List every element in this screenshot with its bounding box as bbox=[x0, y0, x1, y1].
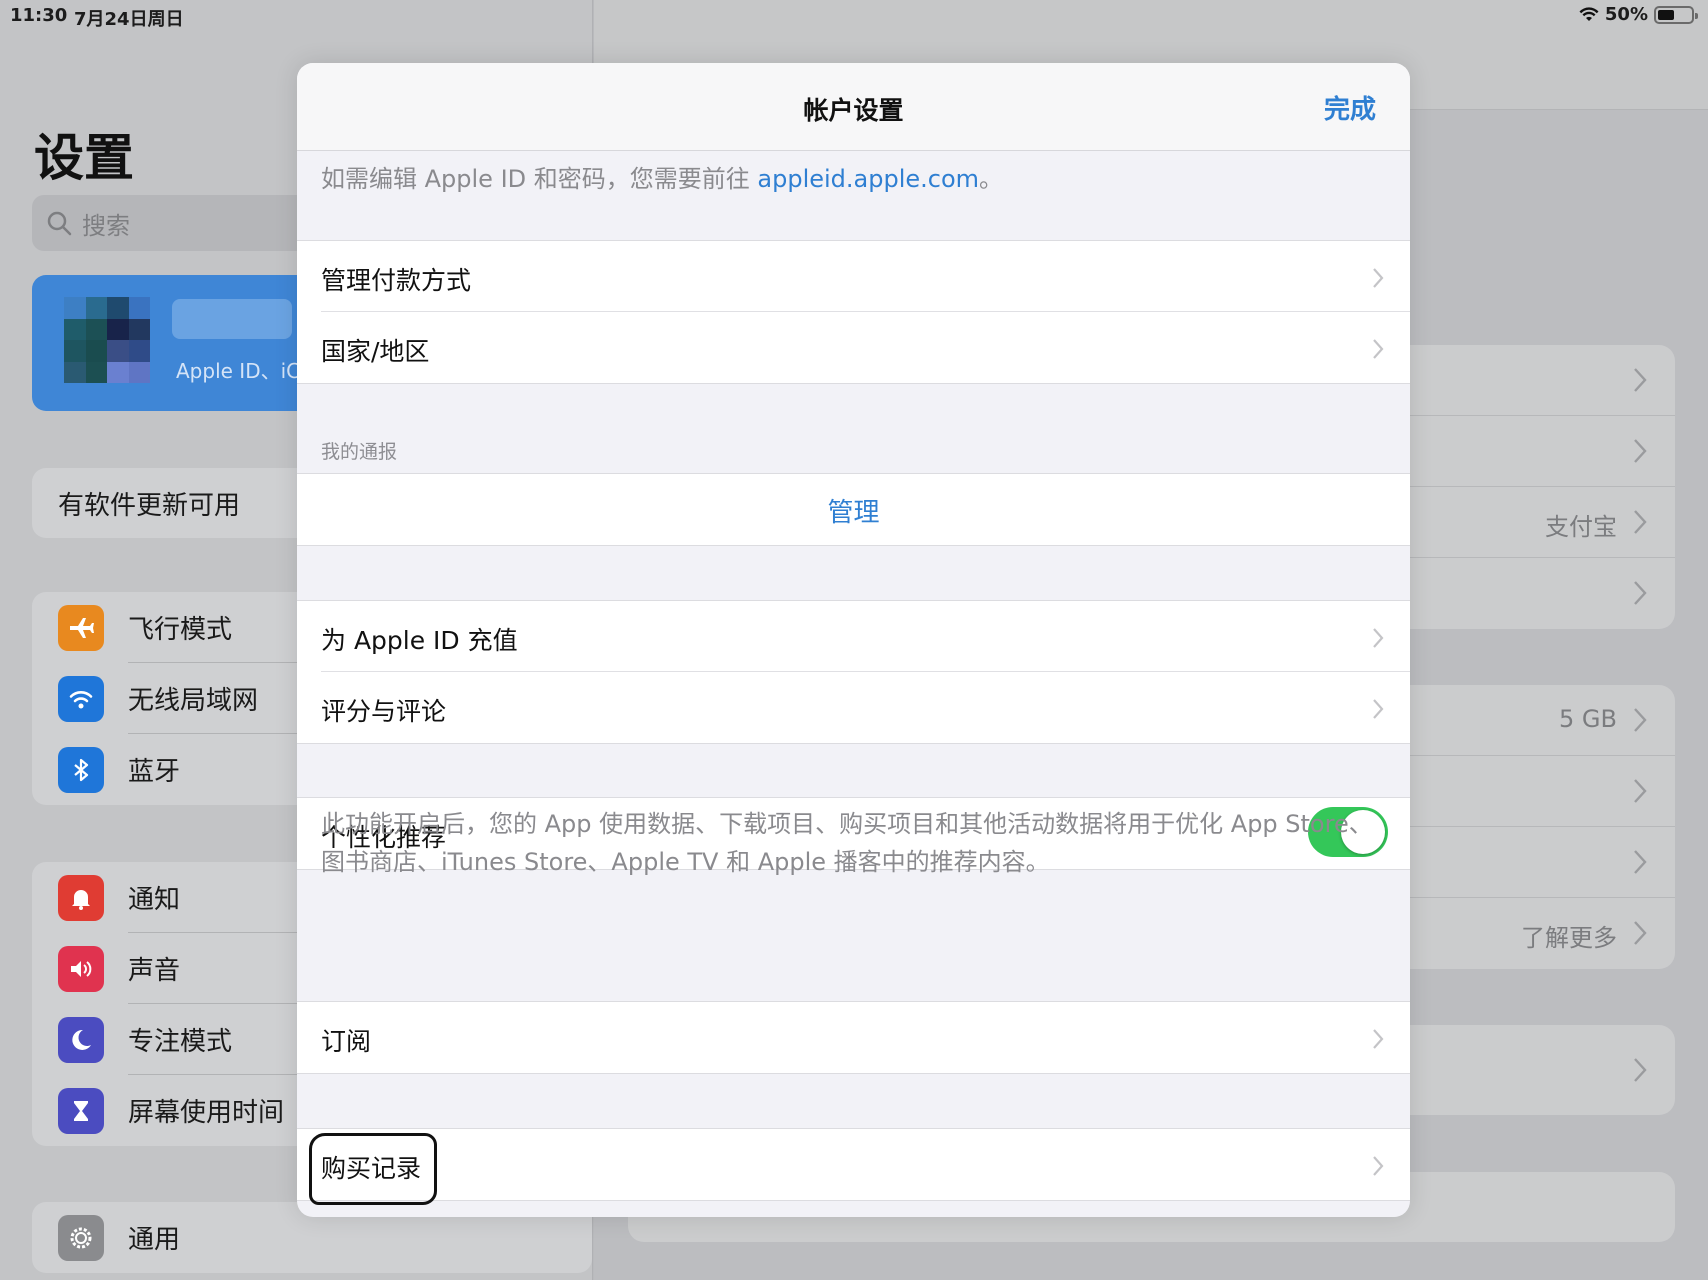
search-icon bbox=[47, 211, 72, 236]
sidebar-item-label: 声音 bbox=[128, 956, 181, 986]
status-indicators: 50% bbox=[1579, 4, 1698, 25]
info-text-prefix: 如需编辑 Apple ID 和密码，您需要前往 bbox=[321, 165, 758, 193]
manage-reports-row[interactable]: 管理 bbox=[297, 474, 1410, 545]
chevron-right-icon bbox=[1634, 708, 1647, 732]
search-placeholder: 搜索 bbox=[82, 211, 130, 240]
software-update-label: 有软件更新可用 bbox=[58, 490, 241, 521]
row-value: 支付宝 bbox=[1545, 513, 1617, 541]
appleid-link[interactable]: appleid.apple.com bbox=[757, 165, 979, 193]
row-value: 5 GB bbox=[1559, 705, 1617, 733]
speaker-icon bbox=[58, 945, 104, 992]
modal-header: 帐户设置 完成 bbox=[297, 63, 1410, 151]
row-value: 了解更多 bbox=[1521, 924, 1617, 952]
wifi-icon bbox=[58, 675, 104, 722]
status-time: 11:30 bbox=[10, 5, 68, 26]
chevron-right-icon bbox=[1634, 1058, 1647, 1082]
sidebar-item-label: 专注模式 bbox=[128, 1027, 233, 1057]
chevron-right-icon bbox=[1373, 699, 1384, 719]
sidebar-item-label: 通知 bbox=[128, 885, 181, 915]
row-label: 订阅 bbox=[321, 1027, 372, 1056]
done-button[interactable]: 完成 bbox=[1324, 89, 1376, 126]
sidebar-item-label: 通用 bbox=[128, 1225, 181, 1255]
my-reports-header: 我的通报 bbox=[321, 441, 398, 463]
battery-tip bbox=[1695, 12, 1698, 19]
bell-icon bbox=[58, 874, 104, 921]
manage-button[interactable]: 管理 bbox=[297, 492, 1410, 529]
info-text-suffix: 。 bbox=[979, 165, 1004, 193]
payment-region-group: 管理付款方式 国家/地区 bbox=[297, 240, 1410, 384]
personalized-description: 此功能开启后，您的 App 使用数据、下载项目、购买项目和其他活动数据将用于优化… bbox=[321, 810, 1373, 876]
chevron-right-icon bbox=[1634, 581, 1647, 605]
chevron-right-icon bbox=[1634, 368, 1647, 392]
purchase-history-group: 购买记录 bbox=[297, 1128, 1410, 1205]
country-region-row[interactable]: 国家/地区 bbox=[297, 312, 1410, 383]
hourglass-icon bbox=[58, 1087, 104, 1134]
chevron-right-icon bbox=[1373, 1156, 1384, 1176]
row-label: 国家/地区 bbox=[321, 337, 430, 366]
profile-name-redacted bbox=[172, 299, 292, 339]
my-reports-group: 管理 bbox=[297, 473, 1410, 546]
subscriptions-row[interactable]: 订阅 bbox=[297, 1002, 1410, 1073]
apple-id-edit-info: 如需编辑 Apple ID 和密码，您需要前往 appleid.apple.co… bbox=[321, 159, 1003, 194]
sidebar-item-label: 蓝牙 bbox=[128, 757, 181, 787]
manage-payment-row[interactable]: 管理付款方式 bbox=[297, 241, 1410, 312]
chevron-right-icon bbox=[1634, 921, 1647, 945]
battery-level bbox=[1658, 9, 1674, 20]
chevron-right-icon bbox=[1373, 339, 1384, 359]
chevron-right-icon bbox=[1373, 268, 1384, 288]
battery-icon bbox=[1654, 5, 1698, 24]
balance-ratings-group: 为 Apple ID 充值 评分与评论 bbox=[297, 600, 1410, 744]
modal-title: 帐户设置 bbox=[803, 96, 904, 125]
battery-percent: 50% bbox=[1604, 4, 1648, 25]
chevron-right-icon bbox=[1373, 1029, 1384, 1049]
sidebar-item-label: 屏幕使用时间 bbox=[128, 1098, 285, 1128]
airplane-icon bbox=[58, 604, 104, 651]
status-date: 7月24日周日 bbox=[74, 9, 184, 30]
account-settings-modal: 帐户设置 完成 如需编辑 Apple ID 和密码，您需要前往 appleid.… bbox=[297, 63, 1410, 1217]
subscriptions-group: 订阅 bbox=[297, 1001, 1410, 1074]
wifi-status-icon bbox=[1579, 6, 1599, 21]
moon-icon bbox=[58, 1016, 104, 1063]
status-bar: 11:30 7月24日周日 50% bbox=[0, 0, 1708, 32]
chevron-right-icon bbox=[1373, 628, 1384, 648]
chevron-right-icon bbox=[1634, 850, 1647, 874]
row-label: 为 Apple ID 充值 bbox=[321, 626, 518, 655]
chevron-right-icon bbox=[1634, 779, 1647, 803]
avatar bbox=[64, 297, 150, 383]
row-label: 评分与评论 bbox=[321, 697, 447, 726]
row-label: 购买记录 bbox=[321, 1154, 422, 1183]
add-funds-row[interactable]: 为 Apple ID 充值 bbox=[297, 601, 1410, 672]
ratings-reviews-row[interactable]: 评分与评论 bbox=[297, 672, 1410, 743]
chevron-right-icon bbox=[1634, 510, 1647, 534]
row-label: 管理付款方式 bbox=[321, 266, 472, 295]
sidebar-item-label: 无线局域网 bbox=[128, 686, 259, 716]
chevron-right-icon bbox=[1634, 439, 1647, 463]
gear-icon bbox=[58, 1214, 104, 1261]
settings-title: 设置 bbox=[34, 129, 134, 187]
profile-subtitle: Apple ID、iC bbox=[176, 359, 301, 383]
bluetooth-icon bbox=[58, 746, 104, 793]
sidebar-item-label: 飞行模式 bbox=[128, 615, 233, 645]
purchase-history-row[interactable]: 购买记录 bbox=[297, 1129, 1410, 1205]
